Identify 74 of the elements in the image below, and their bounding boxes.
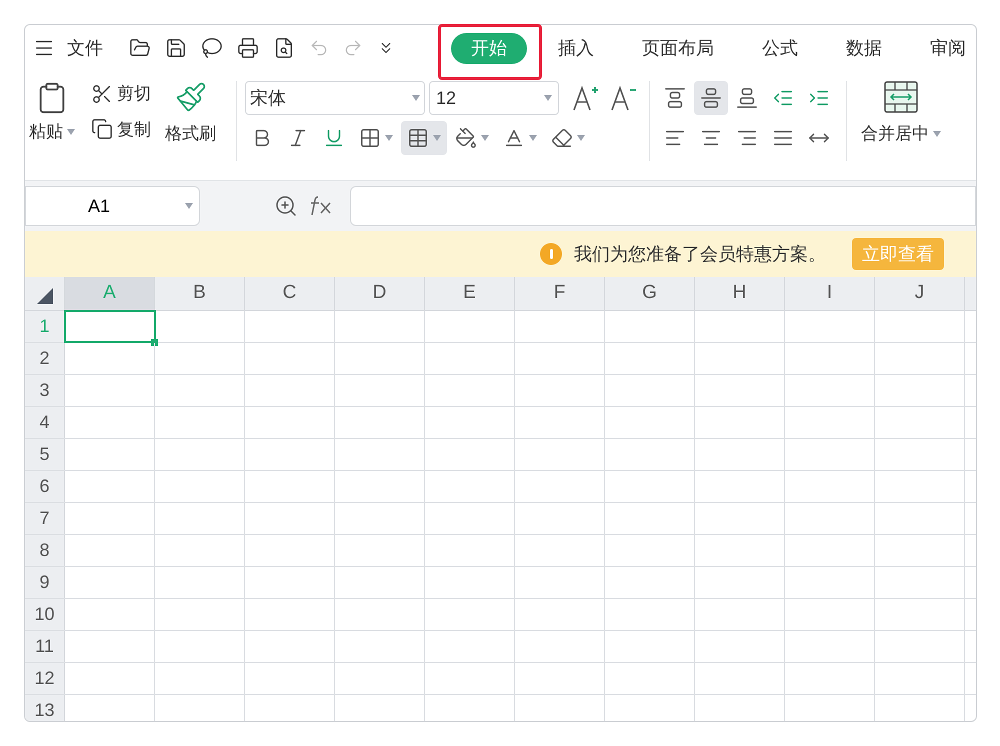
scissors-icon: [91, 82, 113, 105]
dropdown-caret-icon: [185, 203, 193, 209]
row-header[interactable]: 7: [25, 503, 65, 534]
row-header[interactable]: 3: [25, 375, 65, 406]
table-style-icon: [407, 127, 429, 149]
notice-text: 我们为您准备了会员特惠方案。: [574, 242, 826, 266]
row-header[interactable]: 10: [25, 599, 65, 630]
print-icon[interactable]: [237, 37, 259, 59]
lasso-icon[interactable]: [201, 37, 223, 59]
ribbon-tab[interactable]: 审阅: [930, 34, 966, 62]
copy-button[interactable]: 复制: [91, 116, 151, 142]
row-header[interactable]: 8: [25, 535, 65, 566]
row-header[interactable]: 11: [25, 631, 65, 662]
underline-icon: [323, 127, 345, 149]
column-header[interactable]: H: [695, 277, 785, 310]
paint-bucket-icon: [455, 127, 477, 149]
column-header[interactable]: I: [785, 277, 875, 310]
align-bottom-icon: [736, 87, 758, 109]
merge-cells-icon: [884, 81, 918, 113]
row-header[interactable]: 9: [25, 567, 65, 598]
row-header[interactable]: 13: [25, 695, 65, 721]
cut-button[interactable]: 剪切: [91, 81, 151, 106]
warning-icon: [540, 243, 562, 265]
font-size-field[interactable]: 12: [429, 81, 559, 115]
name-box[interactable]: A1: [25, 186, 200, 226]
font-color-icon: [503, 127, 525, 149]
dropdown-caret-icon: [412, 95, 420, 101]
file-menu[interactable]: 文件: [67, 34, 103, 62]
zoom-icon[interactable]: [274, 194, 298, 218]
undo-icon[interactable]: [309, 38, 329, 58]
copy-icon: [91, 118, 113, 140]
increase-font-icon[interactable]: [571, 84, 599, 112]
border-grid-icon: [359, 127, 381, 149]
dropdown-caret-icon: [433, 135, 441, 141]
eraser-icon: [551, 127, 573, 149]
dropdown-caret-icon: [577, 135, 585, 141]
table-style-button[interactable]: [401, 121, 447, 155]
ribbon-tab[interactable]: 页面布局: [642, 34, 714, 62]
dropdown-caret-icon: [67, 128, 75, 135]
align-top-icon: [664, 87, 686, 109]
column-header[interactable]: J: [875, 277, 965, 310]
dropdown-caret-icon: [933, 130, 941, 137]
paste-button[interactable]: 粘贴: [25, 81, 79, 144]
column-header[interactable]: C: [245, 277, 335, 310]
column-header[interactable]: E: [425, 277, 515, 310]
dropdown-caret-icon: [544, 95, 552, 101]
row-header[interactable]: 6: [25, 471, 65, 502]
ribbon-tab[interactable]: 插入: [558, 34, 594, 62]
font-name-field[interactable]: 宋体: [245, 81, 425, 115]
folder-icon[interactable]: [129, 37, 151, 59]
align-middle-button[interactable]: [694, 81, 728, 115]
column-header[interactable]: G: [605, 277, 695, 310]
preview-icon[interactable]: [273, 37, 295, 59]
row-header[interactable]: 5: [25, 439, 65, 470]
paintbrush-icon: [174, 81, 206, 113]
format-painter-button[interactable]: 格式刷: [165, 81, 216, 146]
formula-input-field[interactable]: [350, 186, 976, 226]
row-header[interactable]: 2: [25, 343, 65, 374]
align-middle-icon: [700, 87, 722, 109]
ribbon-tab[interactable]: 公式: [762, 34, 798, 62]
ribbon-tab[interactable]: 数据: [846, 34, 882, 62]
save-icon[interactable]: [165, 37, 187, 59]
dropdown-caret-icon: [481, 135, 489, 141]
dropdown-caret-icon: [385, 135, 393, 141]
row-header[interactable]: 4: [25, 407, 65, 438]
merge-center-button[interactable]: 合并居中: [861, 81, 941, 146]
column-header[interactable]: B: [155, 277, 245, 310]
dropdown-caret-icon: [529, 135, 537, 141]
redo-icon[interactable]: [343, 38, 363, 58]
column-header[interactable]: F: [515, 277, 605, 310]
column-header[interactable]: D: [335, 277, 425, 310]
decrease-font-icon[interactable]: [609, 84, 637, 112]
row-header[interactable]: 12: [25, 663, 65, 694]
corner-triangle-icon: [36, 288, 52, 304]
